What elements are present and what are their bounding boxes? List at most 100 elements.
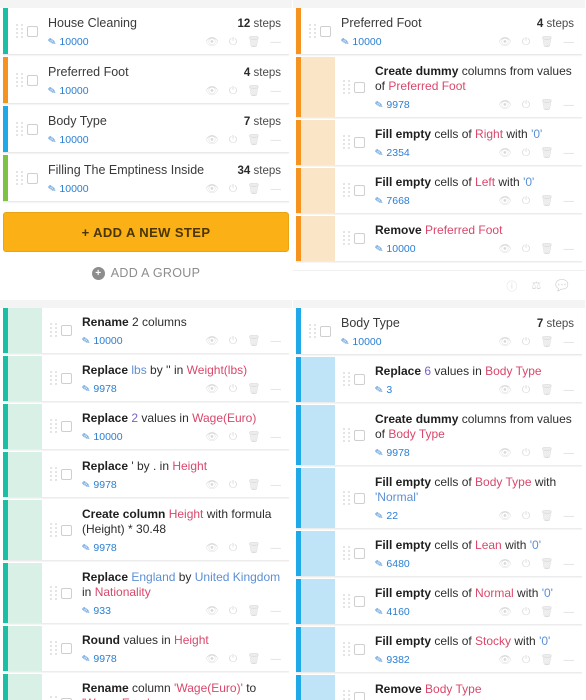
more-icon[interactable]: —	[564, 148, 575, 159]
drag-handle-icon[interactable]	[343, 183, 350, 198]
eye-icon[interactable]: 👁	[206, 184, 219, 195]
more-icon[interactable]: —	[564, 655, 575, 666]
eye-icon[interactable]: 👁	[499, 337, 512, 348]
more-icon[interactable]: —	[271, 86, 282, 97]
step-row[interactable]: Create dummy columns from values of Pref…	[296, 57, 582, 118]
row-count[interactable]: ✎ 10000	[340, 336, 381, 348]
trash-icon[interactable]: 🗑	[247, 384, 260, 395]
drag-handle-icon[interactable]	[343, 135, 350, 150]
drag-handle-icon[interactable]	[343, 372, 350, 387]
more-icon[interactable]: —	[564, 244, 575, 255]
more-icon[interactable]: —	[564, 511, 575, 522]
step-row[interactable]: Rename 2 columns ✎ 10000 👁 ⏻ 🗑 —	[3, 308, 289, 354]
checkbox-icon[interactable]	[61, 524, 72, 536]
drag-handle-icon[interactable]	[50, 585, 57, 601]
power-icon[interactable]: ⏻	[522, 448, 530, 459]
row-count[interactable]: ✎ 10000	[47, 183, 88, 195]
drag-handle-icon[interactable]	[50, 695, 57, 700]
more-icon[interactable]: —	[564, 37, 575, 48]
step-row[interactable]: Replace 6 values in Body Type ✎ 3 👁 ⏻ 🗑 —	[296, 357, 582, 403]
trash-icon[interactable]: 🗑	[247, 86, 260, 97]
trash-icon[interactable]: 🗑	[540, 148, 553, 159]
eye-icon[interactable]: 👁	[206, 654, 219, 665]
power-icon[interactable]: ⏻	[229, 86, 237, 97]
row-count[interactable]: ✎ 9978	[81, 479, 117, 491]
eye-icon[interactable]: 👁	[499, 385, 512, 396]
drag-handle-icon[interactable]	[16, 170, 23, 186]
more-icon[interactable]: —	[271, 184, 282, 195]
add-a-group-button[interactable]: + ADD A GROUP	[0, 266, 292, 280]
row-count[interactable]: ✎ 9978	[81, 383, 117, 395]
eye-icon[interactable]: 👁	[499, 244, 512, 255]
eye-icon[interactable]: 👁	[206, 37, 219, 48]
power-icon[interactable]: ⏻	[522, 337, 530, 348]
checkbox-icon[interactable]	[320, 325, 331, 337]
trash-icon[interactable]: 🗑	[247, 184, 260, 195]
checkbox-icon[interactable]	[354, 492, 365, 504]
power-icon[interactable]: ⏻	[522, 607, 530, 618]
row-count[interactable]: ✎ 2354	[374, 147, 410, 159]
more-icon[interactable]: —	[271, 432, 282, 443]
trash-icon[interactable]: 🗑	[540, 655, 553, 666]
power-icon[interactable]: ⏻	[522, 196, 530, 207]
drag-handle-icon[interactable]	[309, 23, 316, 39]
power-icon[interactable]: ⏻	[229, 135, 237, 146]
more-icon[interactable]: —	[271, 336, 282, 347]
checkbox-icon[interactable]	[354, 233, 365, 244]
power-icon[interactable]: ⏻	[522, 385, 530, 396]
more-icon[interactable]: —	[271, 654, 282, 665]
eye-icon[interactable]: 👁	[206, 336, 219, 347]
row-count[interactable]: ✎ 10000	[47, 134, 88, 146]
group-row[interactable]: Preferred Foot 4 steps ✎ 10000 👁 ⏻ 🗑 —	[3, 57, 289, 104]
checkbox-icon[interactable]	[61, 643, 72, 654]
eye-icon[interactable]: 👁	[206, 480, 219, 491]
drag-handle-icon[interactable]	[50, 419, 57, 434]
comment-icon[interactable]: 💬	[555, 279, 569, 292]
more-icon[interactable]: —	[564, 448, 575, 459]
eye-icon[interactable]: 👁	[499, 37, 512, 48]
drag-handle-icon[interactable]	[343, 594, 350, 609]
group-row[interactable]: Body Type 7 steps ✎ 10000 👁 ⏻ 🗑 —	[3, 106, 289, 153]
checkbox-icon[interactable]	[354, 429, 365, 441]
drag-handle-icon[interactable]	[343, 79, 350, 95]
eye-icon[interactable]: 👁	[499, 559, 512, 570]
power-icon[interactable]: ⏻	[522, 655, 530, 666]
drag-handle-icon[interactable]	[50, 323, 57, 338]
trash-icon[interactable]: 🗑	[540, 607, 553, 618]
trash-icon[interactable]: 🗑	[247, 336, 260, 347]
step-row[interactable]: Replace 2 values in Wage(Euro) ✎ 10000 👁 ⏻ 🗑 —	[3, 404, 289, 450]
checkbox-icon[interactable]	[61, 373, 72, 384]
row-count[interactable]: ✎ 7668	[374, 195, 410, 207]
flask-icon[interactable]: ⚖	[531, 279, 541, 292]
step-row[interactable]: Remove Body Type✎10000👁⏻🗑—	[296, 675, 582, 700]
checkbox-icon[interactable]	[354, 548, 365, 559]
trash-icon[interactable]: 🗑	[540, 100, 553, 111]
row-count[interactable]: ✎ 4160	[374, 606, 410, 618]
checkbox-icon[interactable]	[320, 25, 331, 37]
trash-icon[interactable]: 🗑	[540, 244, 553, 255]
checkbox-icon[interactable]	[27, 25, 38, 37]
trash-icon[interactable]: 🗑	[247, 37, 260, 48]
step-row[interactable]: Fill empty cells of Body Type with 'Norm…	[296, 468, 582, 529]
checkbox-icon[interactable]	[354, 137, 365, 148]
power-icon[interactable]: ⏻	[522, 148, 530, 159]
drag-handle-icon[interactable]	[50, 467, 57, 482]
power-icon[interactable]: ⏻	[229, 606, 237, 617]
step-row[interactable]: Rename column 'Wage(Euro)' to 'Wage_Euro…	[3, 674, 289, 700]
step-row[interactable]: Replace England by United Kingdom in Nat…	[3, 563, 289, 624]
trash-icon[interactable]: 🗑	[540, 559, 553, 570]
power-icon[interactable]: ⏻	[522, 37, 530, 48]
drag-handle-icon[interactable]	[16, 121, 23, 137]
eye-icon[interactable]: 👁	[499, 196, 512, 207]
more-icon[interactable]: —	[564, 196, 575, 207]
eye-icon[interactable]: 👁	[206, 606, 219, 617]
more-icon[interactable]: —	[564, 100, 575, 111]
drag-handle-icon[interactable]	[50, 371, 57, 386]
power-icon[interactable]: ⏻	[522, 244, 530, 255]
more-icon[interactable]: —	[564, 559, 575, 570]
group-row[interactable]: Filling The Emptiness Inside 34 steps ✎ 100…	[3, 155, 289, 202]
row-count[interactable]: ✎ 933	[81, 605, 111, 617]
checkbox-icon[interactable]	[61, 421, 72, 432]
step-row[interactable]: Create column Height with formula (Heigh…	[3, 500, 289, 561]
step-row[interactable]: Fill empty cells of Left with '0' ✎ 7668 👁 ⏻…	[296, 168, 582, 214]
